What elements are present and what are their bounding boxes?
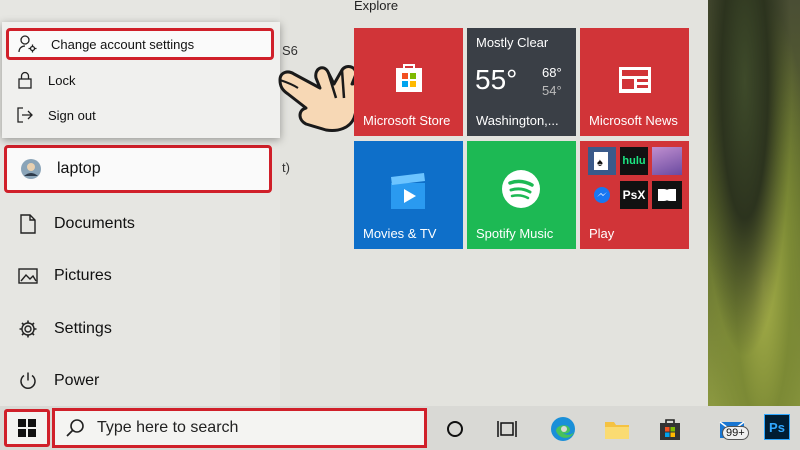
desktop-wallpaper [708,0,800,406]
game-character-icon [652,147,682,175]
film-clapper-icon [391,173,425,209]
lock-button[interactable]: Lock [6,64,274,96]
account-flyout: Change account settings Lock Sign out [2,22,280,138]
tile-label: Spotify Music [476,226,554,241]
nav-label: Settings [54,320,112,337]
mail-icon[interactable]: 99+ [710,414,754,444]
cortana-icon[interactable] [440,414,470,444]
power-icon [16,369,40,393]
psx-icon: PsX [620,181,648,209]
microsoft-store-tile[interactable]: Microsoft Store [354,28,463,136]
news-icon [619,67,651,93]
messenger-icon [588,181,616,209]
weather-temperature: 55° [475,64,518,95]
task-view-icon[interactable] [492,414,522,444]
gear-icon [16,317,40,341]
start-menu: S6 t) laptop Documents Pictures Settings… [0,0,708,406]
photoshop-icon[interactable]: Ps [764,414,790,440]
tiles-section-label: Explore [354,0,399,13]
microsoft-store-taskbar-icon[interactable] [655,414,685,444]
weather-condition: Mostly Clear [476,35,549,50]
user-account-button[interactable]: laptop [4,145,272,193]
app-list-text: S6 [282,43,298,58]
spotify-tile[interactable]: Spotify Music [467,141,576,249]
svg-text:♠: ♠ [597,157,603,169]
document-icon [16,212,40,236]
weather-low: 54° [542,83,562,98]
nav-settings[interactable]: Settings [4,305,272,353]
weather-high: 68° [542,65,562,80]
change-account-settings-button[interactable]: Change account settings [6,28,274,60]
nav-label: Power [54,372,100,389]
tile-label: Microsoft Store [363,113,451,128]
sign-out-icon [14,104,36,126]
menu-label: Change account settings [51,36,195,52]
microsoft-news-tile[interactable]: Microsoft News [580,28,689,136]
start-button[interactable] [4,409,50,447]
tile-label: Play [589,226,615,241]
weather-location: Washington,... [476,113,559,128]
taskbar: 99+ Ps [0,406,800,450]
windows-logo-icon [18,419,36,437]
play-folder-tile[interactable]: ♠ hulu PsX Play [580,141,689,249]
user-name: laptop [57,160,101,177]
sign-out-button[interactable]: Sign out [6,99,274,131]
spotify-icon [502,170,540,208]
lock-icon [14,69,36,91]
nav-pictures[interactable]: Pictures [4,252,272,300]
menu-label: Lock [48,72,76,88]
search-input[interactable] [95,418,399,438]
tile-label: Movies & TV [363,226,437,241]
file-explorer-icon[interactable] [602,414,632,444]
app-list-text: t) [282,160,290,175]
pictures-icon [16,264,40,288]
store-bag-icon [396,64,422,92]
weather-tile[interactable]: Mostly Clear 55° 68° 54° Washington,... [467,28,576,136]
nav-label: Pictures [54,267,112,284]
movies-tv-tile[interactable]: Movies & TV [354,141,463,249]
edge-browser-icon[interactable] [548,414,578,444]
avatar [19,157,43,181]
tile-label: Microsoft News [589,113,678,128]
nav-documents[interactable]: Documents [4,200,272,248]
pointing-hand-icon [276,58,366,134]
nav-label: Documents [54,215,135,232]
taskbar-search-box[interactable] [52,408,427,448]
person-gear-icon [17,33,39,55]
dolby-icon [652,181,682,209]
hulu-icon: hulu [620,147,648,175]
search-icon [65,418,85,438]
mail-unread-badge: 99+ [722,426,749,440]
nav-power[interactable]: Power [4,357,272,405]
solitaire-icon: ♠ [588,147,616,175]
menu-label: Sign out [48,107,96,123]
